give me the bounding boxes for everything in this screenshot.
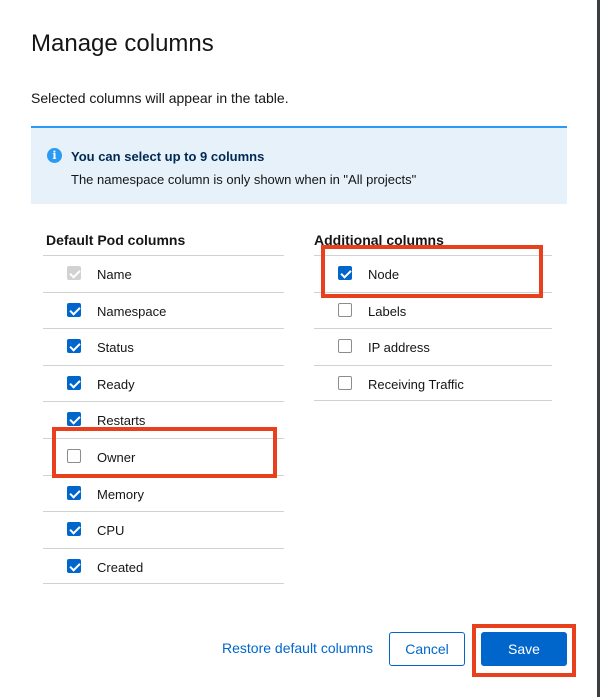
column-option-restarts[interactable]: Restarts bbox=[43, 401, 284, 438]
restore-default-columns-button[interactable]: Restore default columns bbox=[222, 640, 373, 656]
checkbox[interactable] bbox=[67, 522, 81, 537]
info-alert: i You can select up to 9 columns The nam… bbox=[31, 126, 567, 204]
column-option-labels[interactable]: Labels bbox=[314, 291, 552, 329]
column-option-label: Restarts bbox=[97, 413, 146, 429]
cancel-button[interactable]: Cancel bbox=[389, 632, 465, 666]
column-option-label: Status bbox=[97, 340, 134, 356]
checkbox[interactable] bbox=[338, 375, 352, 390]
column-option-receiving-traffic[interactable]: Receiving Traffic bbox=[314, 364, 552, 402]
checkbox[interactable] bbox=[67, 558, 81, 573]
column-option-namespace[interactable]: Namespace bbox=[43, 291, 284, 329]
checkbox bbox=[67, 266, 81, 280]
checkbox[interactable] bbox=[67, 339, 81, 354]
column-option-label: Labels bbox=[368, 303, 407, 319]
column-option-label: Ready bbox=[97, 376, 135, 392]
column-option-label: CPU bbox=[97, 523, 125, 539]
column-option-label: Receiving Traffic bbox=[368, 376, 464, 392]
default-columns-list: Name Namespace Status Ready Restarts Owner Mem… bbox=[43, 255, 284, 585]
default-columns-title: Default Pod columns bbox=[46, 232, 186, 248]
column-option-label: IP address bbox=[368, 340, 430, 356]
column-option-name[interactable]: Name bbox=[43, 255, 284, 292]
modal-title: Manage columns bbox=[31, 30, 214, 57]
additional-columns-list: Node Labels IP address Receiving Traffic bbox=[314, 255, 552, 402]
checkbox[interactable] bbox=[67, 375, 81, 390]
save-button[interactable]: Save bbox=[481, 632, 567, 666]
column-option-status[interactable]: Status bbox=[43, 328, 284, 365]
checkbox[interactable] bbox=[338, 302, 352, 317]
checkbox[interactable] bbox=[67, 485, 81, 500]
column-option-ip-address[interactable]: IP address bbox=[314, 328, 552, 365]
column-option-cpu[interactable]: CPU bbox=[43, 511, 284, 548]
alert-body: The namespace column is only shown when … bbox=[71, 172, 417, 187]
column-option-created[interactable]: Created bbox=[43, 547, 284, 585]
checkbox[interactable] bbox=[67, 412, 81, 427]
checkbox[interactable] bbox=[67, 448, 81, 463]
column-option-label: Namespace bbox=[97, 303, 167, 319]
additional-columns-title: Additional columns bbox=[314, 232, 444, 248]
info-icon: i bbox=[47, 148, 62, 163]
column-option-owner[interactable]: Owner bbox=[43, 437, 284, 475]
column-option-label: Node bbox=[368, 267, 400, 282]
column-option-memory[interactable]: Memory bbox=[43, 474, 284, 512]
column-option-node[interactable]: Node bbox=[314, 255, 552, 292]
column-option-ready[interactable]: Ready bbox=[43, 364, 284, 402]
checkbox[interactable] bbox=[67, 302, 81, 317]
alert-title: You can select up to 9 columns bbox=[71, 149, 265, 164]
checkbox[interactable] bbox=[338, 339, 352, 354]
column-option-label: Memory bbox=[97, 486, 144, 502]
manage-columns-modal: Manage columns Selected columns will app… bbox=[0, 0, 600, 697]
column-option-label: Owner bbox=[97, 449, 136, 465]
checkbox[interactable] bbox=[338, 266, 352, 280]
column-option-label: Created bbox=[97, 559, 144, 575]
modal-description: Selected columns will appear in the tabl… bbox=[31, 90, 289, 106]
column-option-label: Name bbox=[97, 267, 132, 282]
